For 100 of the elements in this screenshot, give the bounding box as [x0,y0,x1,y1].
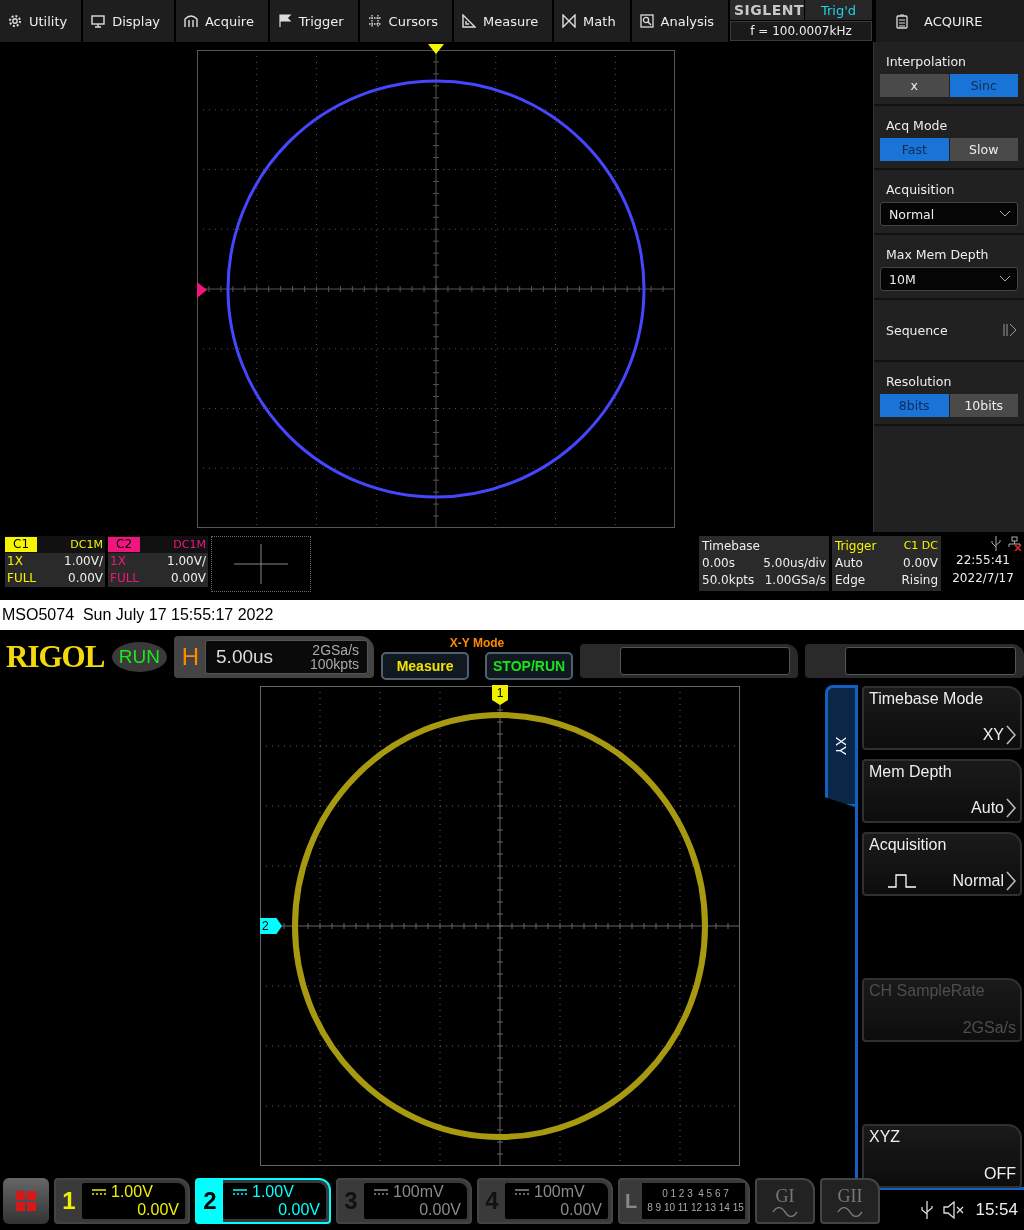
generator-button[interactable]: GII [820,1178,880,1224]
horizontal-label: H [181,643,200,671]
timebase-scale: 5.00us/div [763,555,826,572]
menu-value: 2GSa/s [962,1019,1016,1037]
record-length: 100kpts [310,657,360,671]
probe-label: 1X [7,554,23,570]
crosshair-icon [234,544,288,585]
scale-value: 1.00V/ [167,554,206,570]
monitor-icon [91,14,106,28]
option-button[interactable]: Slow [949,138,1018,161]
brand-logo: RIGOL [6,639,105,675]
menu-value: XY [982,726,1004,744]
offset-value: 0.00V [419,1201,461,1218]
scale-value: 1.00V/ [64,554,103,570]
logic-channel-button[interactable]: L 0 1 2 3 4 5 6 7 8 9 10 11 12 13 14 15 [618,1178,750,1224]
record-length: 50.0kpts [702,572,755,589]
menu-item[interactable]: Acquisition Normal [862,832,1022,896]
setting-label: Sequence [885,322,948,338]
menu-item[interactable]: Mem Depth Auto [862,759,1022,823]
usb-icon [991,536,1001,552]
timebase-scale: 5.00us [216,646,274,668]
channel-button[interactable]: 2 1.00V 0.00V [195,1178,331,1224]
dc-coupling-icon [374,1189,388,1195]
offset-value: 0.00V [278,1201,320,1218]
frequency-readout: f = 100.0007kHz [730,21,872,41]
bandwidth-label: FULL [110,571,140,587]
sample-rate: 2GSa/s [312,643,360,657]
network-error-icon [1007,536,1022,552]
setting-label: Resolution [885,374,953,389]
trigger-source: C1 DC [903,538,938,555]
offset-value: 0.00V [137,1201,179,1218]
flag-icon [277,14,292,28]
dropdown[interactable]: 10M [880,267,1018,291]
setting-label: Interpolation [885,54,967,69]
bit-labels: 0 1 2 3 4 5 6 7 [661,1187,730,1201]
menu-item[interactable]: XYZ OFF [862,1124,1022,1188]
sine-wave-icon [837,1206,863,1217]
trigger-mode: Auto [835,555,863,572]
expand-arrow-icon[interactable] [1002,323,1018,337]
scale-value: 100mV [393,1183,444,1201]
delay-value: 0.00s [702,555,735,572]
soft-button[interactable]: Measure [381,652,470,680]
menu-value: Normal [952,872,1004,890]
crosshair-grid-icon [367,14,382,28]
trigger-type: Edge [835,572,866,589]
scale-value: 100mV [534,1183,585,1201]
channel-marker[interactable]: 1 [492,685,508,705]
sample-rate: 1.00GSa/s [764,572,826,589]
trigger-level: 0.00V [903,555,938,572]
timebase-title: Timebase [702,538,760,555]
pulse-icon [887,873,917,889]
speaker-muted-icon[interactable] [943,1201,966,1219]
menu-value: Auto [971,799,1004,817]
channel-marker[interactable]: 2 [260,918,282,934]
coupling-label: DC1M [173,538,206,552]
trigger-position-marker[interactable] [428,44,444,54]
channel-button[interactable]: 1 1.00V 0.00V [54,1178,190,1224]
offset-value: 0.00V [68,571,103,587]
arch-icon [183,14,198,28]
menu-tab[interactable]: XY [825,685,855,807]
clock-time: 22:55:41 [956,552,1010,570]
grid-squares-icon [15,1190,37,1212]
dc-coupling-icon [515,1189,529,1195]
trigger-slope: Rising [901,572,938,589]
settings-icon [8,14,22,28]
option-button[interactable]: x [880,74,949,97]
brand-logo: SIGLENT [730,0,805,20]
panel-title: ACQUIRE [924,13,983,29]
chevron-right-icon [1006,798,1016,818]
bit-labels: 8 9 10 11 12 13 14 15 [646,1201,745,1215]
sine-wave-icon [772,1206,798,1217]
home-menu-button[interactable] [3,1178,49,1224]
clock-time: 15:54 [975,1200,1018,1220]
clipboard-icon [896,13,908,29]
setting-label: Max Mem Depth [885,247,990,262]
setting-label: Acq Mode [885,118,949,133]
chevron-right-icon [1006,725,1016,745]
ruler-triangle-icon [461,14,476,28]
dc-coupling-icon [92,1189,106,1195]
setting-label: Acquisition [885,182,956,197]
probe-label: 1X [110,554,126,570]
channel-offset-marker[interactable] [197,282,207,298]
offset-value: 0.00V [171,571,206,587]
bowtie-icon [562,14,577,28]
channel-badge[interactable]: C1 [5,537,37,553]
dropdown[interactable]: Normal [880,202,1018,226]
channel-badge[interactable]: C2 [108,537,140,553]
menu-item[interactable]: Timebase Mode XY [862,686,1022,750]
trigger-title: Trigger [835,538,877,555]
soft-button[interactable]: STOP/RUN [485,652,574,680]
mode-label: X-Y Mode [449,636,505,650]
magnifier-icon [639,14,654,28]
run-status-button[interactable]: RUN [111,642,167,672]
usb-icon [921,1201,934,1219]
chevron-down-icon [999,275,1011,283]
scale-value: 1.00V [252,1183,294,1201]
generator-button[interactable]: GI [755,1178,815,1224]
option-button[interactable]: 10bits [949,394,1018,417]
offset-value: 0.00V [560,1201,602,1218]
bandwidth-label: FULL [7,571,37,587]
